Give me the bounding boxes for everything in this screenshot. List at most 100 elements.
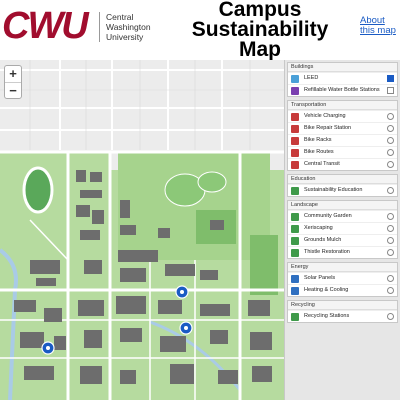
- ev-charger-icon: [291, 113, 299, 121]
- education-icon: [291, 187, 299, 195]
- layer-group-title: Education: [288, 175, 397, 184]
- softball-field: [197, 171, 227, 193]
- header: CWU Central Washington University Campus…: [0, 0, 400, 60]
- track-field: [22, 166, 54, 214]
- layer-item[interactable]: Grounds Mulch: [288, 234, 397, 246]
- layer-group: Landscape Community Garden Xeriscaping Grou…: [287, 200, 398, 259]
- layer-group-title: Landscape: [288, 201, 397, 210]
- zoom-in-button[interactable]: +: [5, 66, 21, 82]
- institution-line: Central: [106, 12, 134, 22]
- layer-item[interactable]: Thistle Restoration: [288, 246, 397, 258]
- layer-radio[interactable]: [387, 137, 394, 144]
- layer-item-label: Bike Repair Station: [304, 125, 352, 131]
- zoom-control: + −: [4, 65, 22, 99]
- layer-item-label: Sustainability Education: [304, 187, 363, 193]
- institution-line: University: [106, 32, 144, 42]
- heating-icon: [291, 287, 299, 295]
- app-root: CWU Central Washington University Campus…: [0, 0, 400, 400]
- layer-group-title: Recycling: [288, 301, 397, 310]
- layer-item[interactable]: Sustainability Education: [288, 184, 397, 196]
- layer-checkbox[interactable]: [387, 75, 394, 82]
- bus-icon: [291, 161, 299, 169]
- garden-icon: [291, 213, 299, 221]
- bike-repair-icon: [291, 125, 299, 133]
- institution-line: Washington: [106, 22, 151, 32]
- about-line: this map: [360, 25, 396, 36]
- restoration-icon: [291, 249, 299, 257]
- layer-group-title: Energy: [288, 263, 397, 272]
- layer-checkbox[interactable]: [387, 87, 394, 94]
- bike-route-icon: [291, 149, 299, 157]
- layer-radio[interactable]: [387, 213, 394, 220]
- xeriscape-icon: [291, 225, 299, 233]
- solar-panel-icon: [291, 275, 299, 283]
- layer-group-title: Transportation: [288, 101, 397, 110]
- layer-item-label: Xeriscaping: [304, 225, 333, 231]
- layer-item[interactable]: Central Transit: [288, 158, 397, 170]
- leed-marker[interactable]: [179, 321, 193, 335]
- layer-radio[interactable]: [387, 161, 394, 168]
- layer-radio[interactable]: [387, 149, 394, 156]
- layer-item[interactable]: Community Garden: [288, 210, 397, 222]
- layer-item-label: Central Transit: [304, 161, 340, 167]
- recycling-icon: [291, 313, 299, 321]
- layer-item-label: Community Garden: [304, 213, 352, 219]
- layer-group-title: Buildings: [288, 63, 397, 72]
- layer-radio[interactable]: [387, 237, 394, 244]
- layer-radio[interactable]: [387, 125, 394, 132]
- layer-item-label: Recycling Stations: [304, 313, 350, 319]
- layer-item[interactable]: Solar Panels: [288, 272, 397, 284]
- logo-mark: CWU: [2, 5, 89, 47]
- layer-item[interactable]: LEED: [288, 72, 397, 84]
- layer-item-label: Bike Routes: [304, 149, 334, 155]
- map-canvas[interactable]: [0, 60, 284, 400]
- layer-group: Buildings LEED Refillable Water Bottle Sta…: [287, 62, 398, 97]
- layer-item[interactable]: Vehicle Charging: [288, 110, 397, 122]
- layer-item[interactable]: Bike Routes: [288, 146, 397, 158]
- layer-item-label: Bike Racks: [304, 137, 332, 143]
- title-line: Sustainability: [191, 18, 329, 41]
- layer-group: Energy Solar Panels Heating & Cooling: [287, 262, 398, 297]
- layer-radio[interactable]: [387, 313, 394, 320]
- layer-item-label: Solar Panels: [304, 275, 336, 281]
- title-line: Campus: [218, 0, 302, 21]
- layer-radio[interactable]: [387, 225, 394, 232]
- campus-map[interactable]: + −: [0, 60, 284, 400]
- layer-group: Recycling Recycling Stations: [287, 300, 398, 323]
- layer-item-label: LEED: [304, 75, 319, 81]
- layer-radio[interactable]: [387, 113, 394, 120]
- layer-item-label: Vehicle Charging: [304, 113, 346, 119]
- layer-radio[interactable]: [387, 287, 394, 294]
- zoom-out-button[interactable]: −: [5, 82, 21, 98]
- layer-item[interactable]: Recycling Stations: [288, 310, 397, 322]
- east-field: [250, 235, 278, 295]
- layer-group: Transportation Vehicle Charging Bike Repai…: [287, 100, 398, 171]
- layer-group: Education Sustainability Education: [287, 174, 398, 197]
- institution-name: Central Washington University: [106, 12, 151, 42]
- bike-rack-icon: [291, 137, 299, 145]
- layer-item-label: Refillable Water Bottle Stations: [304, 87, 380, 93]
- layer-item-label: Grounds Mulch: [304, 237, 342, 243]
- leed-marker[interactable]: [41, 341, 55, 355]
- layer-item[interactable]: Bike Racks: [288, 134, 397, 146]
- layer-radio[interactable]: [387, 187, 394, 194]
- cwu-logo[interactable]: CWU Central Washington University: [2, 6, 152, 46]
- logo-divider: [99, 12, 100, 42]
- layer-sidebar[interactable]: Buildings LEED Refillable Water Bottle Sta…: [284, 60, 400, 400]
- layer-item[interactable]: Heating & Cooling: [288, 284, 397, 296]
- water-bottle-icon: [291, 87, 299, 95]
- page-title: Campus Sustainability Map: [180, 0, 340, 60]
- athletic-fields: [118, 152, 270, 260]
- layer-radio[interactable]: [387, 249, 394, 256]
- layer-item-label: Heating & Cooling: [304, 287, 349, 293]
- leed-icon: [291, 75, 299, 83]
- layer-item[interactable]: Bike Repair Station: [288, 122, 397, 134]
- about-map-link[interactable]: About this map: [360, 16, 396, 36]
- layer-item-label: Thistle Restoration: [304, 249, 350, 255]
- leed-marker[interactable]: [175, 285, 189, 299]
- layer-item[interactable]: Refillable Water Bottle Stations: [288, 84, 397, 96]
- layer-item[interactable]: Xeriscaping: [288, 222, 397, 234]
- mulch-icon: [291, 237, 299, 245]
- layer-radio[interactable]: [387, 275, 394, 282]
- title-line: Map: [239, 38, 281, 61]
